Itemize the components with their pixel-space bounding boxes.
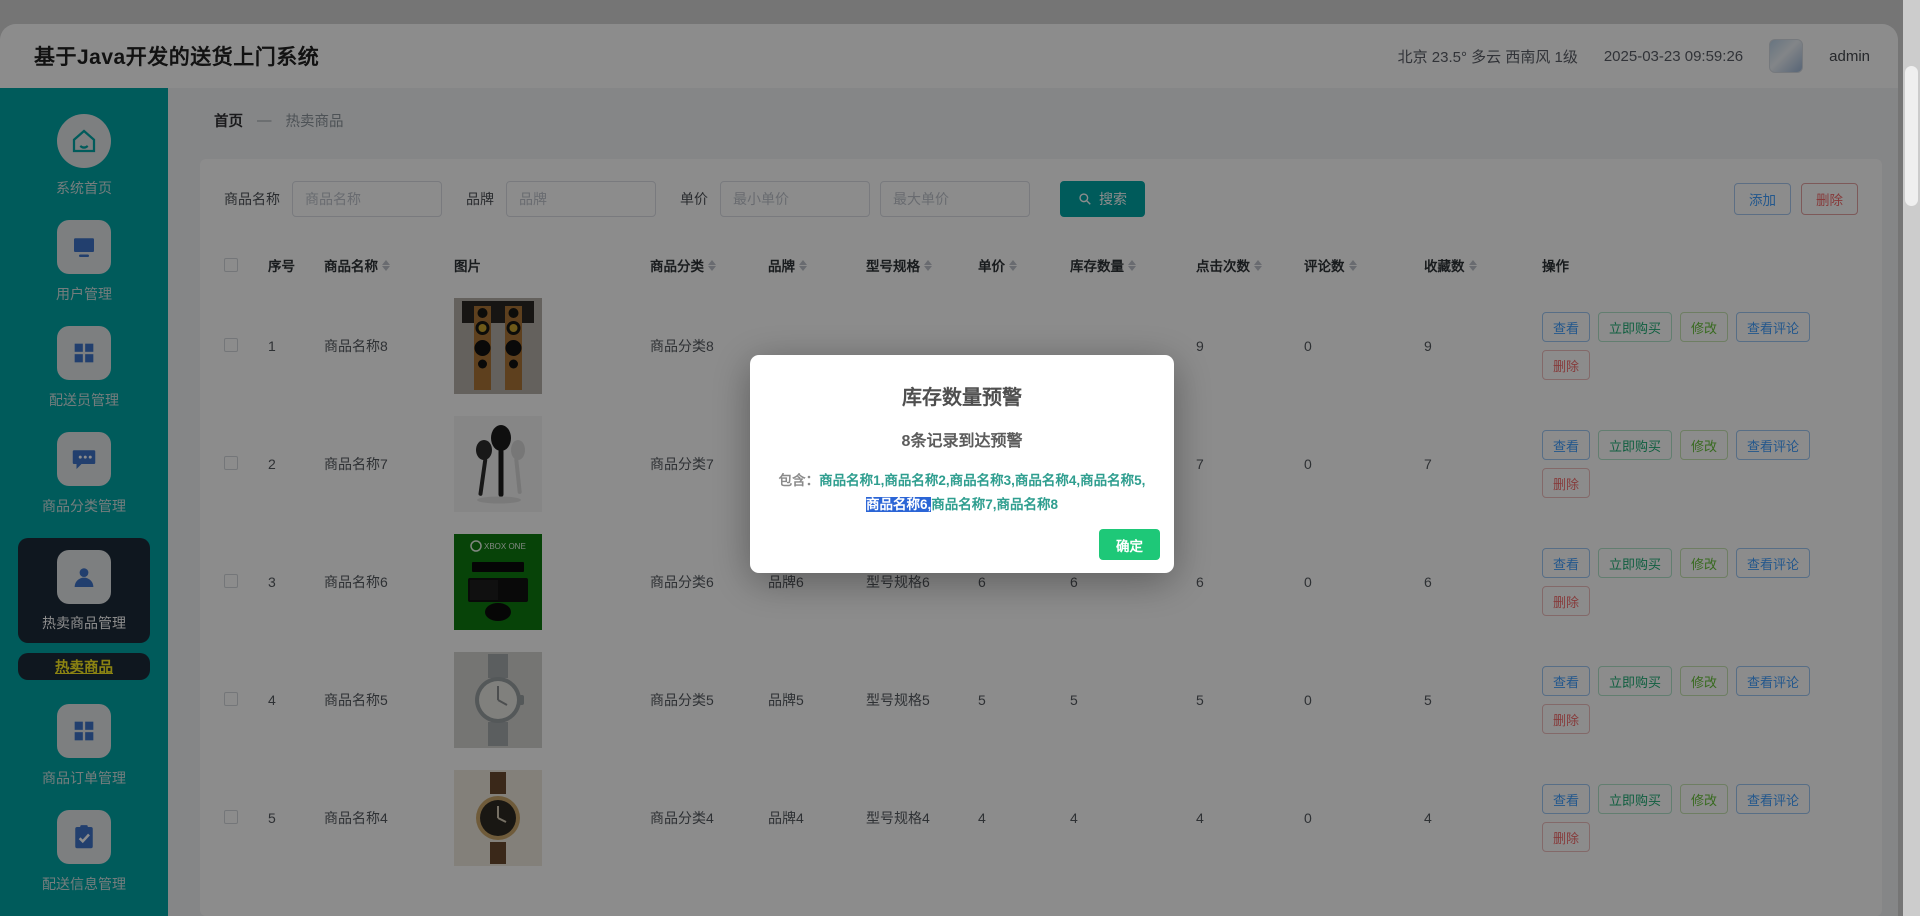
highlighted-product-name: 商品名称6, [865, 497, 932, 512]
modal-body: 包含：商品名称1,商品名称2,商品名称3,商品名称4,商品名称5, 商品名称6,… [778, 473, 1146, 512]
scrollbar-thumb[interactable] [1905, 66, 1918, 206]
page-scrollbar [1903, 0, 1920, 916]
modal-subtitle: 8条记录到达预警 [901, 433, 1023, 450]
modal-title: 库存数量预警 [902, 387, 1022, 409]
contains-label: 包含： [778, 473, 820, 488]
confirm-button[interactable]: 确定 [1099, 529, 1160, 560]
stock-warning-modal: 库存数量预警 8条记录到达预警 包含：商品名称1,商品名称2,商品名称3,商品名… [750, 355, 1174, 573]
